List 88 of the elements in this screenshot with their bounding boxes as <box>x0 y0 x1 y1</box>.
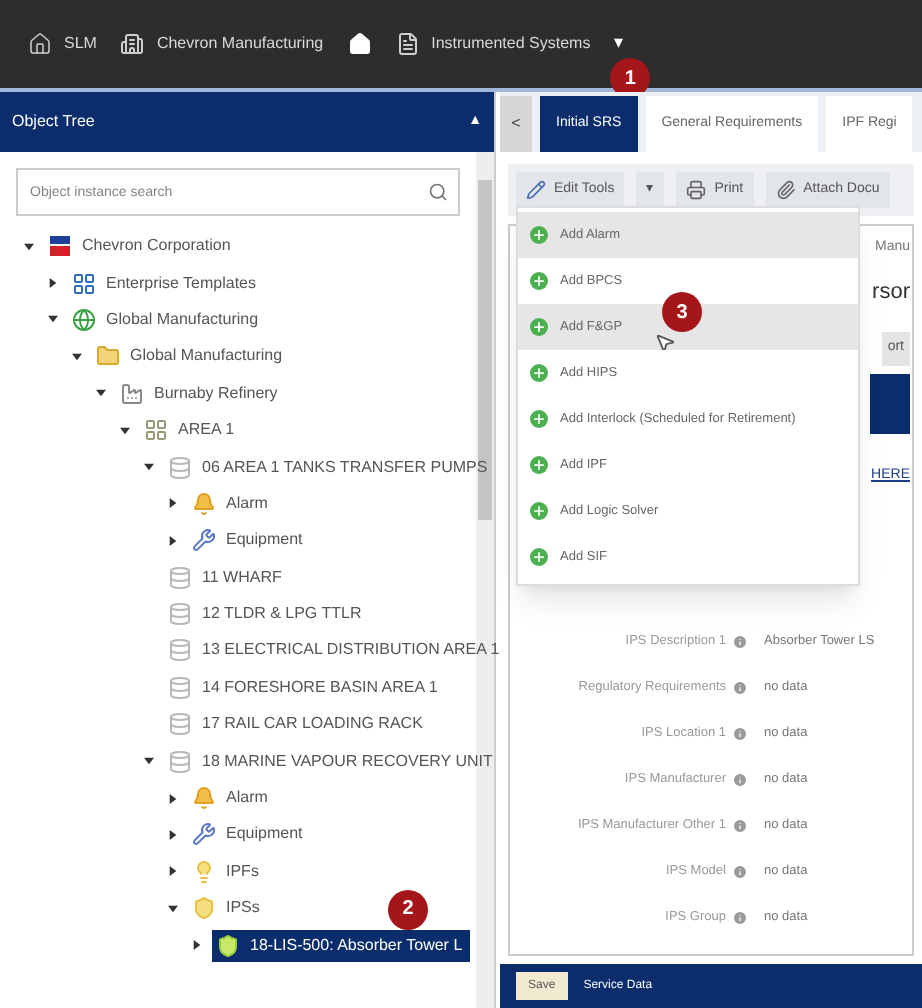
factory-icon <box>120 381 144 406</box>
tree-item[interactable]: Equipment <box>188 818 311 851</box>
home-icon <box>28 32 52 56</box>
add-icon <box>530 226 548 244</box>
info-icon <box>732 680 748 696</box>
breadcrumb-link[interactable]: Instrumented Systems <box>431 32 591 56</box>
grid-icon <box>144 418 168 443</box>
panel-title: Object Tree <box>12 110 95 134</box>
caret-right-icon[interactable] <box>168 829 178 840</box>
bell-icon <box>192 491 216 516</box>
cylinder-icon <box>168 638 192 663</box>
cylinder-icon <box>168 675 192 700</box>
caret-down-icon[interactable] <box>48 314 58 325</box>
tree-item[interactable]: Chevron Corporation <box>44 230 239 263</box>
info-icon <box>732 818 748 834</box>
shield-icon <box>192 896 216 921</box>
caret-right-icon[interactable] <box>48 278 58 289</box>
bell-icon <box>192 786 216 811</box>
caret-right-icon[interactable] <box>168 793 178 804</box>
tree-item[interactable]: 14 FORESHORE BASIN AREA 1 <box>164 671 446 704</box>
caret-down-icon[interactable] <box>144 756 154 767</box>
info-icon <box>732 772 748 788</box>
step-badge: 2 <box>388 889 428 930</box>
tree-item[interactable]: 12 TLDR & LPG TTLR <box>164 598 370 631</box>
tree-item[interactable]: Global Manufacturing <box>68 303 267 336</box>
tree-item[interactable]: 13 ELECTRICAL DISTRIBUTION AREA 1 <box>164 634 508 667</box>
cylinder-icon <box>168 749 192 774</box>
tree-item[interactable]: IPFs <box>188 855 267 888</box>
add-icon <box>530 548 548 566</box>
tree-item[interactable]: Enterprise Templates <box>68 267 264 300</box>
tree-item[interactable]: 06 AREA 1 TANKS TRANSFER PUMPS <box>164 451 496 484</box>
tree-item[interactable]: Global Manufacturing <box>92 340 291 373</box>
info-icon <box>732 726 748 742</box>
caret-right-icon[interactable] <box>168 866 178 877</box>
cylinder-icon <box>168 602 192 627</box>
add-icon <box>530 364 548 382</box>
template-icon <box>72 271 96 296</box>
heading-text: rsor <box>872 277 910 307</box>
info-icon <box>732 910 748 926</box>
tree-item[interactable]: 11 WHARF <box>164 561 290 594</box>
pencil-icon <box>526 180 546 200</box>
document-icon <box>395 32 420 56</box>
breadcrumb-link[interactable]: Chevron Manufacturing <box>156 32 324 56</box>
caret-right-icon[interactable] <box>168 535 178 546</box>
section-bar <box>870 373 910 433</box>
caret-right-icon[interactable] <box>192 940 202 951</box>
add-icon <box>530 502 548 520</box>
caret-down-icon[interactable] <box>144 462 154 473</box>
caret-down-icon[interactable] <box>120 425 130 436</box>
caret-right-icon[interactable] <box>168 498 178 509</box>
caret-down-icon[interactable] <box>72 351 82 362</box>
chevron-logo-icon <box>48 234 72 259</box>
tree-item[interactable]: 17 RAIL CAR LOADING RACK <box>164 708 431 741</box>
add-icon <box>530 456 548 474</box>
back-button[interactable]: < <box>500 96 532 152</box>
home-icon <box>347 32 372 56</box>
add-icon <box>530 272 548 290</box>
cylinder-icon <box>168 455 192 480</box>
print-icon <box>686 180 707 200</box>
tree-item[interactable]: IPSs <box>188 892 268 925</box>
tree-item[interactable]: AREA 1 <box>140 414 243 447</box>
caret-down-icon[interactable] <box>96 388 106 399</box>
tree-item[interactable]: Alarm <box>188 782 276 815</box>
cursor-icon <box>654 332 676 354</box>
info-icon <box>732 864 748 880</box>
cylinder-icon <box>168 712 192 737</box>
tree-item[interactable]: 18 MARINE VAPOUR RECOVERY UNIT <box>164 745 501 778</box>
add-icon <box>530 410 548 428</box>
breadcrumb-link[interactable]: SLM <box>64 32 97 56</box>
caret-down-icon[interactable] <box>24 241 34 252</box>
dropdown-caret[interactable]: ▾ <box>614 30 625 58</box>
tree-item[interactable]: Burnaby Refinery <box>116 377 286 410</box>
cylinder-icon <box>168 565 192 590</box>
info-icon <box>732 634 748 650</box>
search-icon <box>428 182 448 202</box>
folder-icon <box>96 344 120 369</box>
globe-icon <box>72 307 96 332</box>
tree-item[interactable]: Equipment <box>188 524 311 557</box>
add-icon <box>530 318 548 336</box>
attachment-icon <box>775 180 796 200</box>
shield-icon <box>216 933 240 958</box>
wrench-icon <box>192 822 216 847</box>
lightbulb-icon <box>192 859 216 884</box>
tree-item[interactable]: 18-LIS-500: Absorber Tower L <box>212 929 471 962</box>
caret-down-icon[interactable] <box>168 903 178 914</box>
tree-item[interactable]: Alarm <box>188 487 276 520</box>
building-icon <box>120 32 145 56</box>
wrench-icon <box>192 528 216 553</box>
